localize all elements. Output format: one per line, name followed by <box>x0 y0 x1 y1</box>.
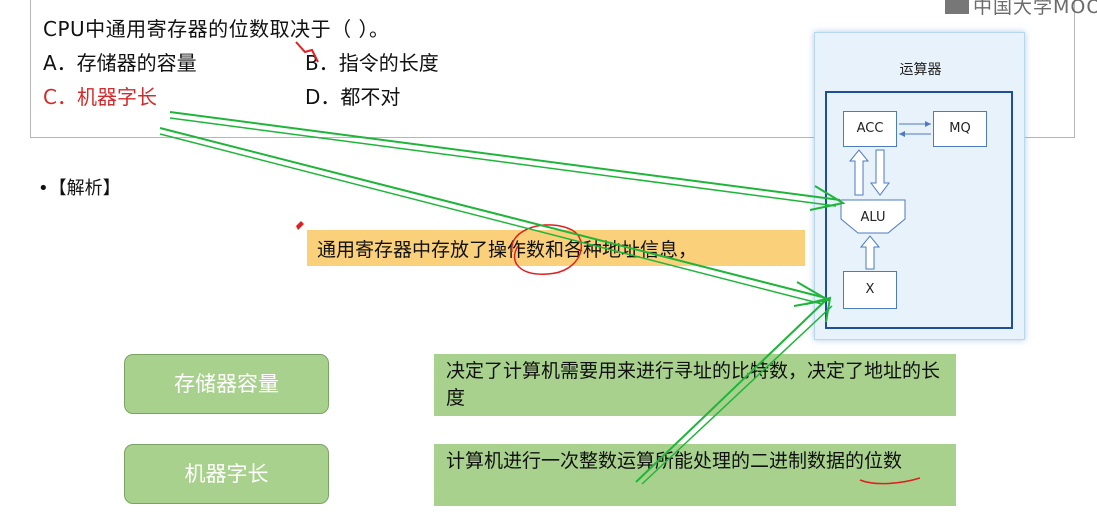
logo-text: 中国大学MOOC <box>973 0 1097 18</box>
alu-to-acc-arrow <box>848 149 870 196</box>
logo-mark-icon <box>945 0 969 14</box>
term-machine-word-length: 机器字长 <box>124 444 329 504</box>
slide: CPU中通用寄存器的位数取决于（ ）。 A．存储器的容量 B．指令的长度 C．机… <box>0 0 1097 530</box>
diagram-connections: ALU <box>840 121 931 270</box>
x-to-alu-arrow <box>859 235 881 270</box>
option-b: B．指令的长度 <box>305 51 439 75</box>
term-memory-capacity: 存储器容量 <box>124 354 329 414</box>
green-arrow-to-x <box>159 127 827 299</box>
option-a: A．存储器的容量 <box>43 51 197 75</box>
red-pen-marker-icon <box>296 221 304 230</box>
acc-to-mq-arrowhead <box>925 121 931 127</box>
alu-label: ALU <box>860 210 885 225</box>
option-d: D．都不对 <box>305 85 401 109</box>
arithmetic-unit-diagram: 运算器 ACC MQ X ALU <box>814 32 1025 340</box>
term-machine-word-length-description: 计算机进行一次整数运算所能处理的二进制数据的位数 <box>434 444 956 506</box>
option-c-correct: C．机器字长 <box>43 85 157 109</box>
mq-to-acc-arrowhead <box>899 131 905 137</box>
acc-to-alu-arrow <box>870 149 890 196</box>
question-stem: CPU中通用寄存器的位数取决于（ ）。 <box>43 17 390 41</box>
analysis-highlight: 通用寄存器中存放了操作数和各种地址信息， <box>307 230 805 266</box>
analysis-heading: •【解析】 <box>38 178 121 199</box>
mooc-logo: 中国大学MOOC <box>945 0 1097 19</box>
term-memory-capacity-description: 决定了计算机需要用来进行寻址的比特数，决定了地址的长度 <box>434 354 956 416</box>
